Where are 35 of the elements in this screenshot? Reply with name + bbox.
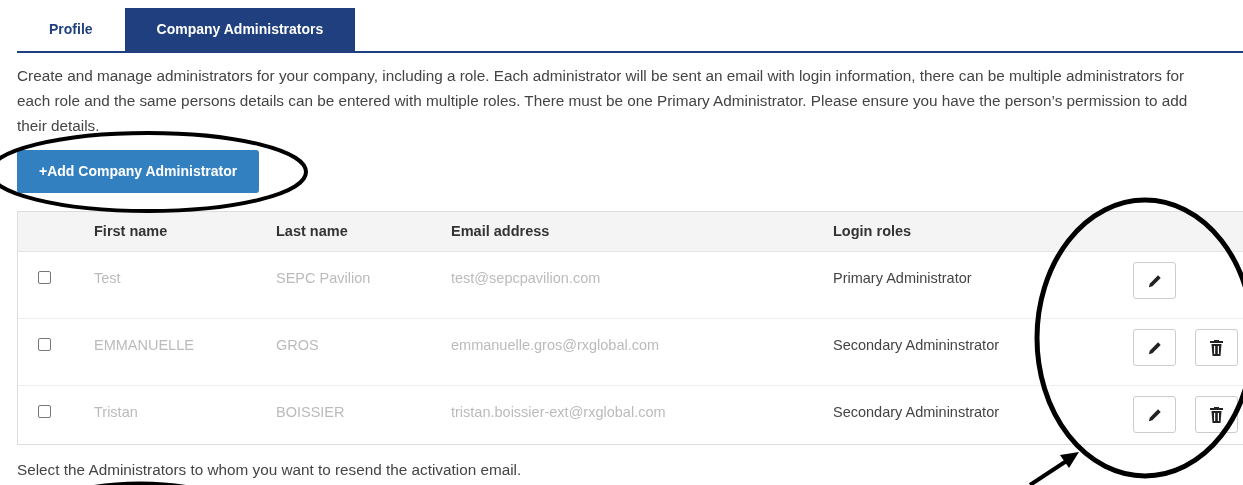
tab[interactable]: Company Administrators	[124, 8, 356, 51]
email-cell: emmanuelle.gros@rxglobal.com	[451, 337, 660, 353]
tab[interactable]: Profile	[17, 8, 125, 51]
resend-instruction-text: Select the Administrators to whom you want to resend the activation email.	[17, 461, 522, 478]
row-checkbox[interactable]	[38, 271, 51, 284]
column-header: First name	[94, 222, 168, 239]
last-name-cell: SEPC Pavilion	[276, 270, 371, 286]
annotation-arrow	[1028, 452, 1079, 485]
role-cell: Secondary Admininstrator	[833, 404, 1000, 420]
first-name-cell: Test	[94, 270, 121, 286]
edit-button[interactable]	[1133, 396, 1176, 433]
trash-icon	[1210, 406, 1223, 423]
email-cell: test@sepcpavilion.com	[451, 270, 601, 286]
last-name-cell: BOISSIER	[276, 404, 345, 420]
pencil-icon	[1147, 273, 1162, 288]
pencil-icon	[1147, 407, 1162, 422]
delete-button[interactable]	[1195, 329, 1238, 366]
first-name-cell: Tristan	[94, 404, 138, 420]
last-name-cell: GROS	[276, 337, 319, 353]
row-checkbox[interactable]	[38, 405, 51, 418]
edit-button[interactable]	[1133, 329, 1176, 366]
add-administrator-button[interactable]: +Add Company Administrator	[17, 150, 260, 193]
trash-icon	[1210, 339, 1223, 356]
intro-paragraph: Create and manage administrators for your company, including a role. Each administrator will be sent an email with login information, there can be multiple administrators for each role and the same persons details can be entered with multiple roles. There must be one Primary Administrator. Please ensure you have the person’s permission to add their details.	[17, 66, 1189, 136]
email-cell: tristan.boissier-ext@rxglobal.com	[451, 404, 666, 420]
edit-button[interactable]	[1133, 262, 1176, 299]
column-header: Email address	[451, 222, 550, 239]
first-name-cell: EMMANUELLE	[94, 337, 194, 353]
pencil-icon	[1147, 340, 1162, 355]
role-cell: Secondary Admininstrator	[833, 337, 1000, 353]
delete-button[interactable]	[1195, 396, 1238, 433]
column-header: Login roles	[833, 222, 912, 239]
column-header: Last name	[276, 222, 348, 239]
row-checkbox[interactable]	[38, 338, 51, 351]
role-cell: Primary Administrator	[833, 270, 972, 286]
